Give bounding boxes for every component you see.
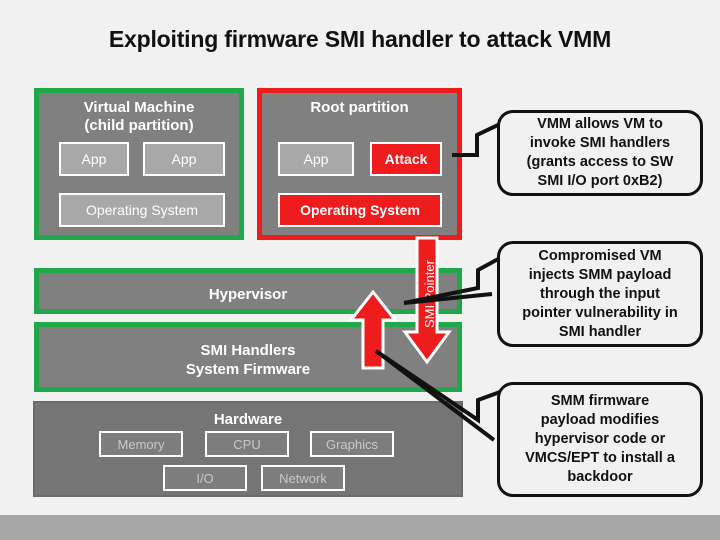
smm-firmware-callout: SMM firmware payload modifies hypervisor… [497,382,703,497]
vm-operating-system-box[interactable]: Operating System [59,193,225,227]
virtual-machine-panel: Virtual Machine (child partition) App Ap… [34,88,244,240]
vmm-allows-callout: VMM allows VM to invoke SMI handlers (gr… [497,110,703,196]
hardware-network-box[interactable]: Network [261,465,345,491]
vm-app-left-box[interactable]: App [59,142,129,176]
compromised-vm-callout-text: Compromised VM injects SMM payload throu… [522,247,678,340]
system-firmware-panel: SMI Handlers System Firmware [34,322,462,392]
slide-canvas: Exploiting firmware SMI handler to attac… [0,0,720,540]
hardware-io-box[interactable]: I/O [163,465,247,491]
compromised-vm-callout: Compromised VM injects SMM payload throu… [497,241,703,347]
hardware-graphics-box[interactable]: Graphics [310,431,394,457]
root-partition-panel-title: Root partition [310,99,409,116]
smi-invoke-up-arrow [347,289,399,370]
root-attack-box[interactable]: Attack [370,142,442,176]
root-operating-system-box[interactable]: Operating System [278,193,442,227]
bottom-band [0,515,720,540]
page-title: Exploiting firmware SMI handler to attac… [108,26,612,52]
hardware-memory-box[interactable]: Memory [99,431,183,457]
hardware-title: Hardware [213,411,283,428]
virtual-machine-panel-title: Virtual Machine (child partition) [83,99,195,134]
vmm-allows-callout-text: VMM allows VM to invoke SMI handlers (gr… [526,116,674,189]
root-app-box[interactable]: App [278,142,354,176]
hypervisor-panel: Hypervisor [34,268,462,314]
hardware-cpu-box[interactable]: CPU [205,431,289,457]
root-partition-panel: Root partition App Attack Operating Syst… [257,88,462,240]
vm-app-right-box[interactable]: App [143,142,225,176]
smi-pointer-label: SMI Pointer [422,260,437,328]
smm-firmware-callout-text: SMM firmware payload modifies hypervisor… [525,393,675,485]
hardware-panel: Hardware Memory CPU Graphics I/O Network [33,401,463,497]
